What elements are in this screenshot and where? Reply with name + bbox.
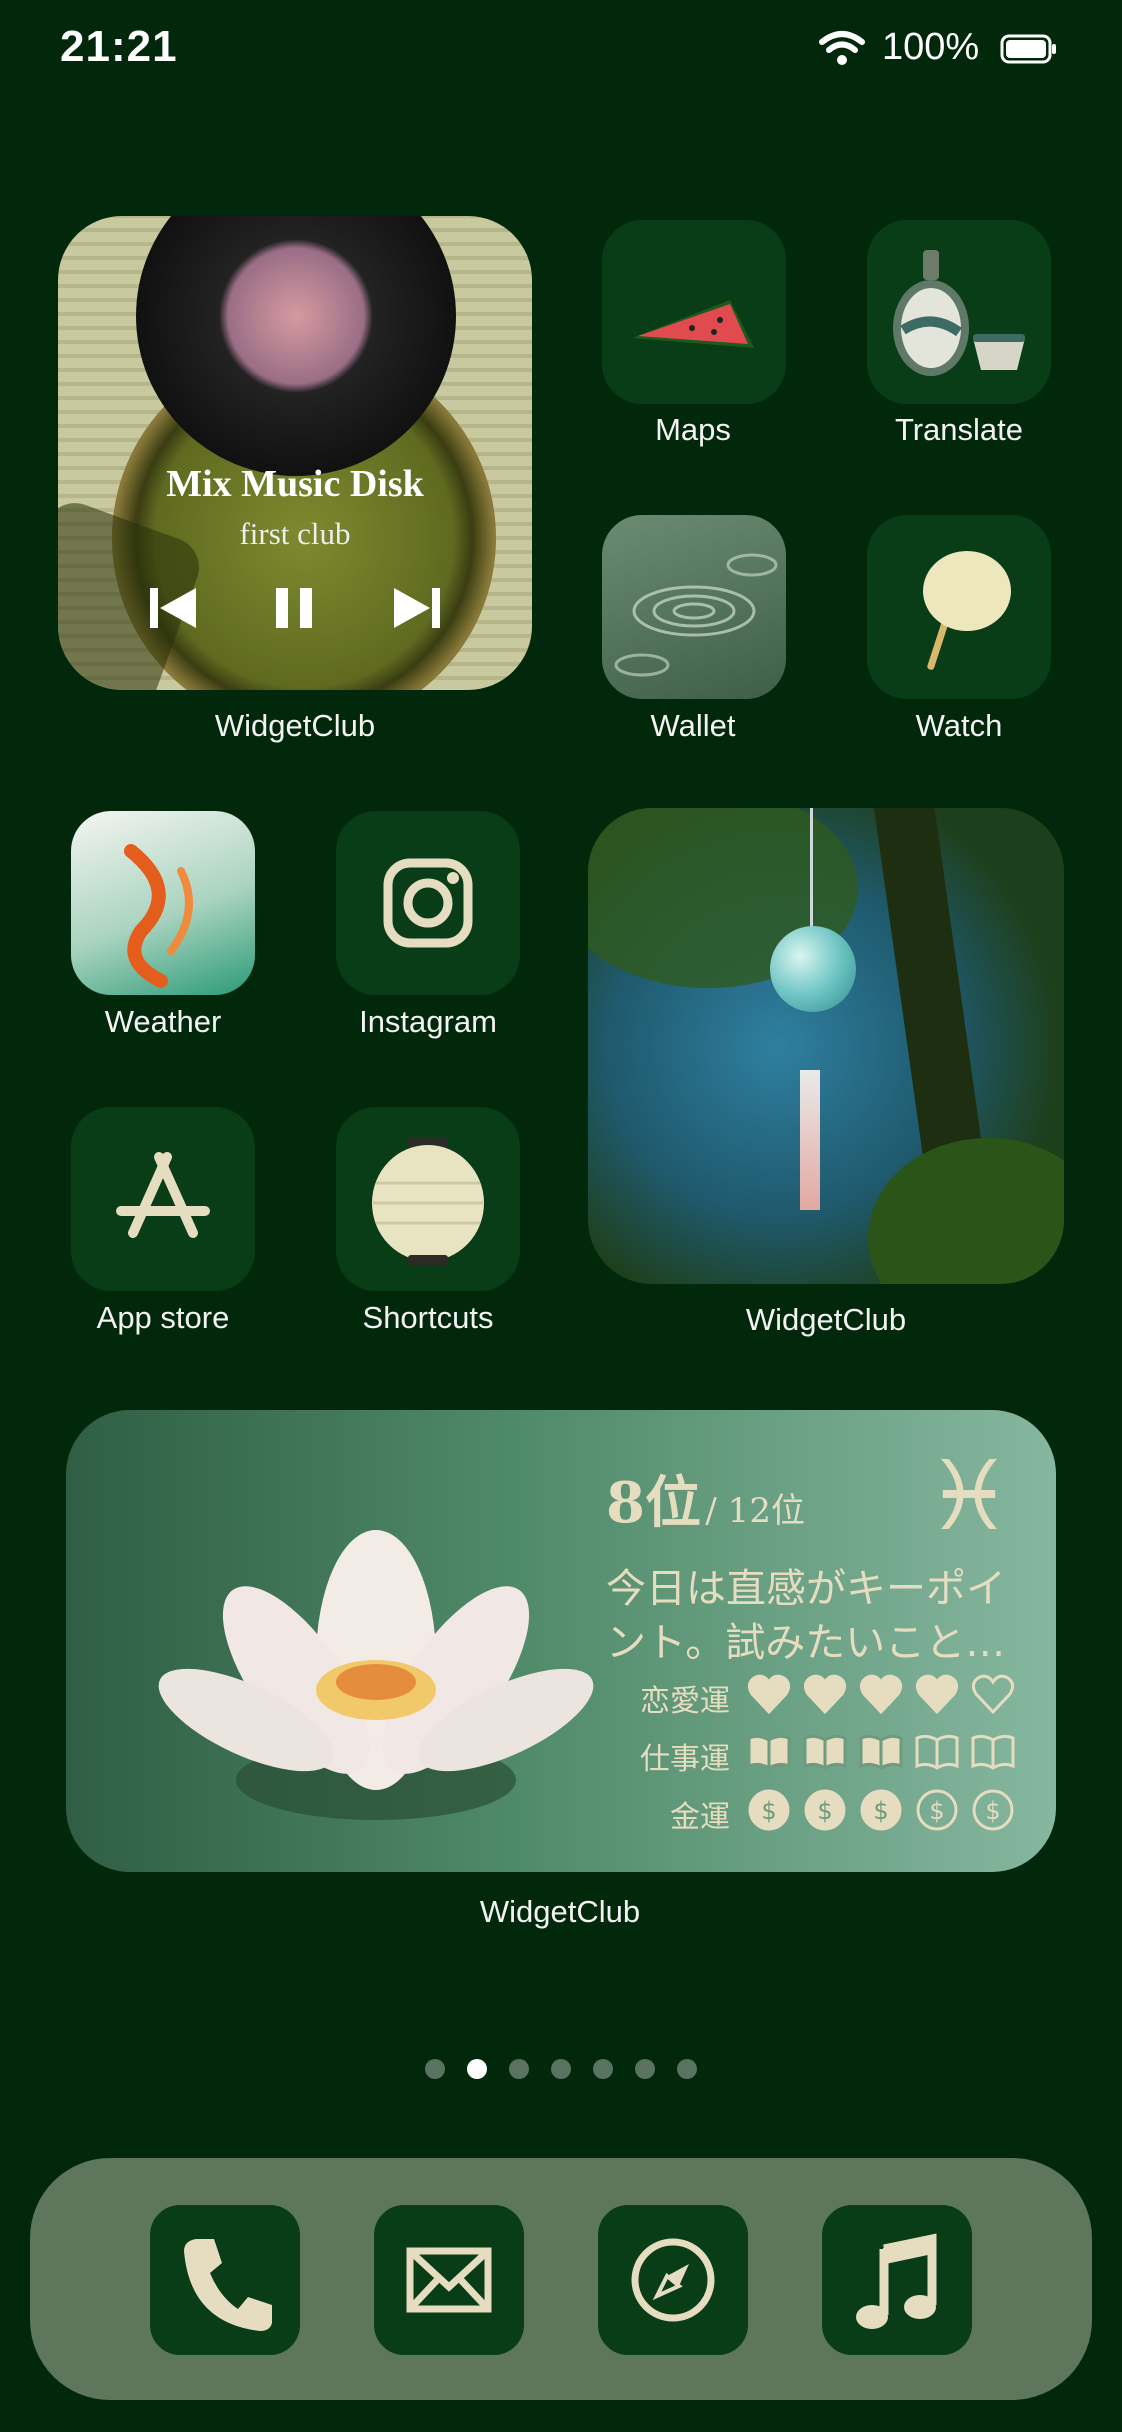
money-fortune-label: 金運 bbox=[670, 1800, 730, 1835]
translate-label: Translate bbox=[894, 412, 1024, 447]
coin-outline-icon: $ bbox=[916, 1789, 958, 1831]
maps-app-icon[interactable] bbox=[602, 220, 786, 404]
shortcuts-label: Shortcuts bbox=[362, 1300, 494, 1335]
music-subtitle: first club bbox=[239, 516, 351, 551]
svg-text:$: $ bbox=[761, 1797, 776, 1825]
heart-filled-icon bbox=[915, 1674, 959, 1715]
glass-wind-chime bbox=[770, 926, 856, 1012]
horoscope-message-line2: ント。試みたいこと… bbox=[606, 1620, 1006, 1666]
watch-app-icon[interactable] bbox=[867, 515, 1051, 699]
page-dot[interactable] bbox=[635, 2059, 655, 2079]
horoscope-rank: 8位 bbox=[606, 1470, 701, 1536]
money-fortune-rating: $ $ $ $ $ bbox=[746, 1788, 1026, 1832]
horoscope-message-line1: 今日は直感がキーポイ bbox=[606, 1566, 1006, 1612]
status-time: 21:21 bbox=[60, 22, 178, 71]
sake-bottle-icon bbox=[893, 250, 1025, 376]
wallet-label: Wallet bbox=[650, 708, 736, 743]
battery-icon bbox=[1000, 34, 1056, 64]
love-fortune-label: 恋愛運 bbox=[640, 1684, 730, 1719]
page-dot[interactable] bbox=[425, 2059, 445, 2079]
coin-outline-icon: $ bbox=[972, 1789, 1014, 1831]
page-dot[interactable] bbox=[551, 2059, 571, 2079]
music-app-icon[interactable] bbox=[822, 2205, 972, 2355]
music-title: Mix Music Disk bbox=[166, 463, 424, 505]
uchiwa-fan-icon bbox=[923, 551, 1011, 670]
heart-filled-icon bbox=[803, 1674, 847, 1715]
app-store-app-icon[interactable] bbox=[71, 1107, 255, 1291]
pause-icon[interactable] bbox=[270, 586, 318, 630]
app-store-icon bbox=[116, 1152, 210, 1238]
coin-filled-icon: $ bbox=[748, 1789, 790, 1831]
book-outline-icon bbox=[915, 1734, 959, 1770]
page-dot[interactable] bbox=[509, 2059, 529, 2079]
weather-app-icon[interactable] bbox=[71, 811, 255, 995]
shortcuts-app-icon[interactable] bbox=[336, 1107, 520, 1291]
translate-app-icon[interactable] bbox=[867, 220, 1051, 404]
coin-filled-icon: $ bbox=[860, 1789, 902, 1831]
pisces-sign-icon: ♓ bbox=[926, 1440, 1013, 1552]
mail-app-icon[interactable] bbox=[374, 2205, 524, 2355]
instagram-label: Instagram bbox=[359, 1004, 497, 1039]
book-filled-icon bbox=[803, 1734, 847, 1770]
compass-icon bbox=[631, 2238, 715, 2322]
next-track-icon[interactable] bbox=[392, 586, 442, 630]
love-fortune-rating bbox=[746, 1672, 1026, 1716]
mail-icon bbox=[406, 2247, 492, 2313]
raindrops-icon bbox=[614, 553, 778, 677]
battery-percent: 100% bbox=[882, 26, 980, 68]
book-filled-icon bbox=[747, 1734, 791, 1770]
book-outline-icon bbox=[971, 1734, 1015, 1770]
horoscope-rank-total: / 12位 bbox=[705, 1491, 805, 1531]
maps-label: Maps bbox=[655, 412, 731, 447]
photo-widget[interactable] bbox=[588, 808, 1064, 1284]
music-widget-label: WidgetClub bbox=[214, 708, 376, 743]
wallet-app-icon[interactable] bbox=[602, 515, 786, 699]
instagram-icon bbox=[383, 858, 473, 948]
heart-filled-icon bbox=[859, 1674, 903, 1715]
wifi-icon bbox=[819, 31, 865, 65]
abstract-flow-icon bbox=[124, 844, 193, 988]
phone-app-icon[interactable] bbox=[150, 2205, 300, 2355]
page-dot[interactable] bbox=[677, 2059, 697, 2079]
coin-filled-icon: $ bbox=[804, 1789, 846, 1831]
svg-text:$: $ bbox=[817, 1797, 832, 1825]
work-fortune-label: 仕事運 bbox=[640, 1742, 730, 1777]
page-dot[interactable] bbox=[593, 2059, 613, 2079]
chime-paper bbox=[800, 1070, 820, 1210]
heart-outline-icon bbox=[971, 1674, 1015, 1715]
book-filled-icon bbox=[859, 1734, 903, 1770]
music-widget[interactable]: Mix Music Disk first club bbox=[58, 216, 532, 690]
svg-text:$: $ bbox=[873, 1797, 888, 1825]
page-dot[interactable] bbox=[467, 2059, 487, 2079]
photo-widget-label: WidgetClub bbox=[745, 1302, 907, 1337]
work-fortune-rating bbox=[746, 1730, 1026, 1774]
heart-filled-icon bbox=[747, 1674, 791, 1715]
app-store-label: App store bbox=[96, 1300, 230, 1335]
svg-text:$: $ bbox=[929, 1797, 944, 1825]
weather-label: Weather bbox=[104, 1004, 222, 1039]
svg-text:$: $ bbox=[985, 1797, 1000, 1825]
previous-track-icon[interactable] bbox=[148, 586, 198, 630]
instagram-app-icon[interactable] bbox=[336, 811, 520, 995]
paper-lantern-icon bbox=[372, 1137, 484, 1265]
horoscope-widget-label: WidgetClub bbox=[479, 1894, 641, 1929]
phone-icon bbox=[184, 2239, 272, 2331]
watch-label: Watch bbox=[915, 708, 1003, 743]
horoscope-widget[interactable]: 8位 / 12位 ♓ 今日は直感がキーポイ ント。試みたいこと… 恋愛運 仕事運… bbox=[66, 1410, 1056, 1872]
safari-app-icon[interactable] bbox=[598, 2205, 748, 2355]
music-note-icon bbox=[856, 2233, 937, 2329]
watermelon-icon bbox=[632, 300, 754, 348]
lotus-flower-icon bbox=[158, 1530, 594, 1820]
